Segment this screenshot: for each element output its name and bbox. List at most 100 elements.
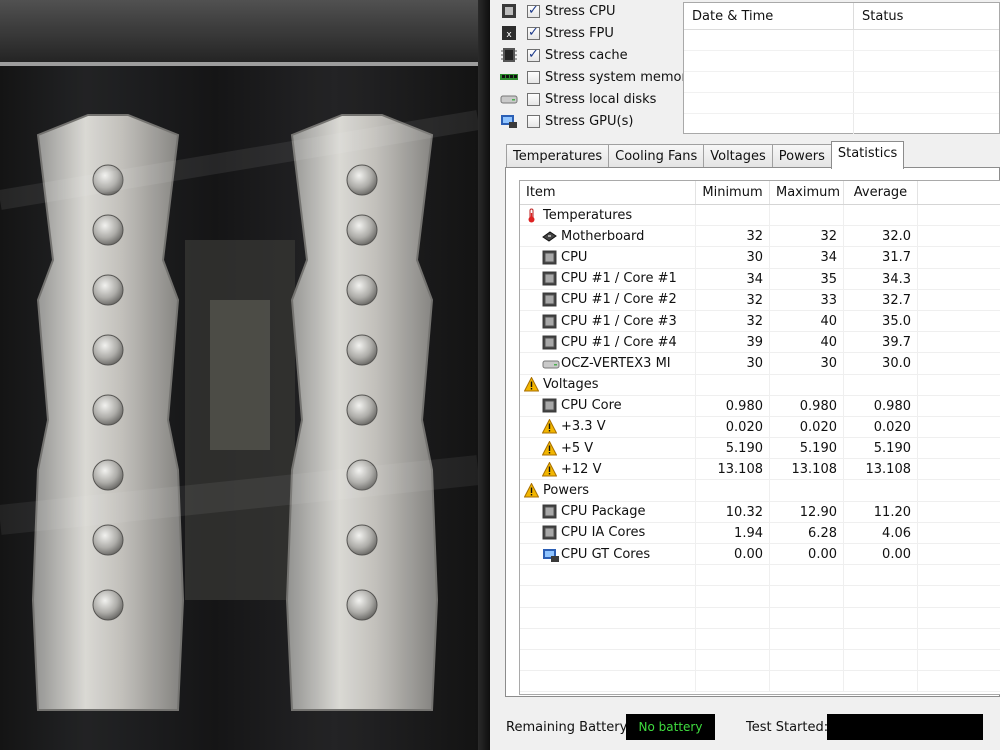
- warning-icon: [541, 418, 558, 434]
- stress-option-stress-cache[interactable]: Stress cache: [500, 44, 628, 66]
- stats-max-cell: 12.90: [770, 501, 844, 522]
- stress-option-label: Stress system memory: [545, 69, 695, 85]
- stats-max-cell: 0.980: [770, 395, 844, 416]
- stats-item-cell: OCZ-VERTEX3 MI: [520, 353, 696, 374]
- stats-avg-cell: 31.7: [844, 247, 918, 268]
- stress-option-stress-gpu-s[interactable]: Stress GPU(s): [500, 110, 633, 132]
- stats-avg-cell: 32.7: [844, 289, 918, 310]
- stats-row[interactable]: CPU Package 10.32 12.90 11.20: [520, 501, 1000, 523]
- statistics-table[interactable]: Item Minimum Maximum Average Temperature…: [519, 180, 1000, 695]
- warning-icon: [541, 440, 558, 456]
- gpu-icon: [500, 113, 518, 129]
- stats-min-cell: 32: [696, 226, 770, 247]
- stats-min-cell: 0.020: [696, 416, 770, 438]
- stats-row[interactable]: CPU GT Cores 0.00 0.00 0.00: [520, 544, 1000, 566]
- stats-item-cell: CPU Core: [520, 395, 696, 416]
- stats-max-cell: 0.020: [770, 416, 844, 438]
- tab-powers[interactable]: Powers: [771, 144, 832, 168]
- status-bar: Remaining Battery: No battery Test Start…: [490, 700, 1000, 750]
- log-col-date[interactable]: Date & Time: [684, 3, 854, 29]
- log-row: [684, 114, 999, 135]
- stress-checkbox[interactable]: [527, 114, 540, 128]
- col-minimum-header[interactable]: Minimum: [696, 181, 770, 204]
- statistics-body: Temperatures Motherboard 32 32 32.0 CPU 30 34 31…: [520, 205, 1000, 693]
- stress-checkbox[interactable]: [527, 92, 540, 106]
- stress-checkbox[interactable]: [527, 25, 540, 40]
- stats-max-cell: 13.108: [770, 459, 844, 480]
- stats-row[interactable]: OCZ-VERTEX3 MI 30 30 30.0: [520, 353, 1000, 375]
- col-average-header[interactable]: Average: [844, 181, 918, 204]
- cpu-icon: [500, 3, 518, 19]
- stats-row[interactable]: CPU Core 0.980 0.980 0.980: [520, 395, 1000, 417]
- stress-option-stress-fpu[interactable]: x Stress FPU: [500, 22, 614, 44]
- col-maximum-header[interactable]: Maximum: [770, 181, 844, 204]
- stats-group-row[interactable]: Temperatures: [520, 205, 1000, 227]
- chip-icon: [542, 525, 557, 540]
- stats-row[interactable]: +3.3 V 0.020 0.020 0.020: [520, 416, 1000, 439]
- battery-value: No battery: [626, 714, 715, 740]
- stats-item-cell: CPU #1 / Core #4: [520, 332, 696, 353]
- stats-item-label: CPU #1 / Core #4: [561, 334, 677, 350]
- stats-row[interactable]: Motherboard 32 32 32.0: [520, 226, 1000, 248]
- log-col-status[interactable]: Status: [854, 3, 911, 29]
- stress-checkbox[interactable]: [527, 70, 540, 84]
- stats-max-cell: 0.00: [770, 544, 844, 565]
- stats-avg-cell: 5.190: [844, 438, 918, 459]
- stats-min-cell: 32: [696, 289, 770, 310]
- col-item-header[interactable]: Item: [520, 181, 696, 204]
- tab-temperatures[interactable]: Temperatures: [506, 144, 610, 168]
- stats-min-cell: 39: [696, 332, 770, 353]
- stress-option-stress-local-disks[interactable]: Stress local disks: [500, 88, 656, 110]
- stats-item-cell: +3.3 V: [520, 416, 696, 438]
- stats-max-cell: 34: [770, 247, 844, 268]
- chip-icon: [542, 314, 557, 329]
- stats-item-label: CPU #1 / Core #3: [561, 313, 677, 329]
- gpu-icon: [542, 547, 559, 562]
- stats-max-cell: 40: [770, 332, 844, 353]
- test-log-table[interactable]: Date & Time Status: [683, 2, 1000, 135]
- tab-statistics[interactable]: Statistics: [830, 141, 905, 169]
- stats-min-cell: 5.190: [696, 438, 770, 459]
- stress-option-stress-cpu[interactable]: Stress CPU: [500, 0, 616, 22]
- stress-checkbox[interactable]: [527, 3, 540, 18]
- stats-min-cell: 1.94: [696, 522, 770, 543]
- log-row: [684, 93, 999, 114]
- stats-group-row[interactable]: Voltages: [520, 374, 1000, 396]
- stats-row[interactable]: CPU #1 / Core #4 39 40 39.7: [520, 332, 1000, 354]
- tab-cooling-fans[interactable]: Cooling Fans: [608, 144, 705, 168]
- stats-avg-cell: 30.0: [844, 353, 918, 374]
- stats-row[interactable]: CPU #1 / Core #1 34 35 34.3: [520, 268, 1000, 290]
- stress-checkbox[interactable]: [527, 47, 540, 62]
- stats-min-cell: [696, 480, 770, 501]
- stats-item-cell: Powers: [520, 480, 696, 501]
- stats-item-cell: CPU: [520, 247, 696, 268]
- stats-row[interactable]: +5 V 5.190 5.190 5.190: [520, 438, 1000, 460]
- stats-group-row[interactable]: Powers: [520, 480, 1000, 502]
- warning-icon: [541, 461, 558, 477]
- stats-row[interactable]: CPU #1 / Core #3 32 40 35.0: [520, 310, 1000, 333]
- svg-text:x: x: [506, 30, 512, 40]
- stats-empty-row: [520, 607, 1000, 629]
- stats-item-cell: CPU #1 / Core #2: [520, 289, 696, 310]
- stats-min-cell: 0.00: [696, 544, 770, 565]
- stress-option-label: Stress CPU: [545, 3, 616, 19]
- stats-row[interactable]: CPU 30 34 31.7: [520, 247, 1000, 269]
- stats-item-label: CPU Core: [561, 398, 622, 414]
- test-started-value: [827, 714, 983, 740]
- stats-row[interactable]: +12 V 13.108 13.108 13.108: [520, 459, 1000, 481]
- stats-item-cell: CPU #1 / Core #1: [520, 268, 696, 289]
- stats-item-cell: +5 V: [520, 438, 696, 459]
- test-started-label: Test Started:: [746, 720, 829, 735]
- stats-max-cell: 30: [770, 353, 844, 374]
- memory-icon: [500, 69, 518, 85]
- stats-empty-row: [520, 649, 1000, 672]
- stats-row[interactable]: CPU IA Cores 1.94 6.28 4.06: [520, 522, 1000, 544]
- stats-min-cell: 34: [696, 268, 770, 289]
- stats-avg-cell: 11.20: [844, 501, 918, 522]
- tab-bar: Temperatures Cooling Fans Voltages Powers St…: [506, 141, 905, 169]
- stats-row[interactable]: CPU #1 / Core #2 32 33 32.7: [520, 289, 1000, 311]
- stats-min-cell: 30: [696, 247, 770, 268]
- stress-option-label: Stress GPU(s): [545, 113, 634, 129]
- stress-option-stress-system-memory[interactable]: Stress system memory: [500, 66, 695, 88]
- tab-voltages[interactable]: Voltages: [703, 144, 773, 168]
